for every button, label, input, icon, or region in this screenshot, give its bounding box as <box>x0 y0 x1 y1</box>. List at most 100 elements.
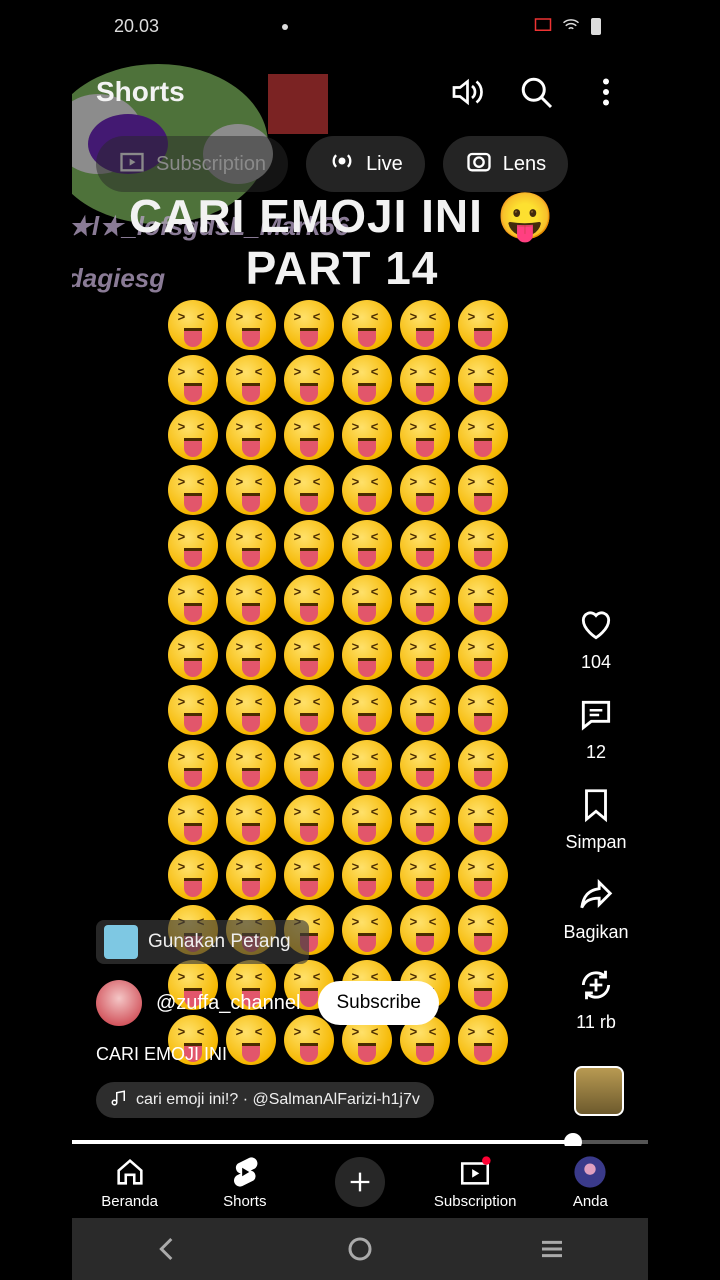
emoji-cell <box>400 575 450 625</box>
emoji-cell <box>458 355 508 405</box>
nav-label: Anda <box>572 1192 608 1210</box>
emoji-cell <box>400 850 450 900</box>
video-progress[interactable] <box>72 1133 648 1151</box>
nav-shorts[interactable]: Shorts <box>195 1155 295 1210</box>
nav-subscription[interactable]: Subscription <box>425 1155 525 1210</box>
emoji-cell <box>458 410 508 460</box>
like-count: 104 <box>580 652 612 672</box>
emoji-cell <box>342 410 392 460</box>
effect-chip[interactable]: Gunakan Petang <box>96 920 309 964</box>
share-button[interactable]: Bagikan <box>563 876 629 966</box>
music-label: cari emoji ini!? · @SalmanAlFarizi-h1j7v <box>136 1091 420 1108</box>
emoji-cell <box>226 685 276 735</box>
emoji-cell <box>458 1015 508 1065</box>
emoji-cell <box>458 740 508 790</box>
nav-create[interactable] <box>310 1157 410 1207</box>
music-note-icon <box>110 1088 128 1113</box>
avatar[interactable] <box>96 980 142 1026</box>
system-nav <box>72 1218 648 1280</box>
emoji-cell <box>168 630 218 680</box>
chip-live[interactable]: Live <box>306 136 425 192</box>
save-label: Simpan <box>565 832 627 852</box>
emoji-cell <box>458 465 508 515</box>
title-emoji: 😛 <box>496 190 555 242</box>
emoji-cell <box>458 520 508 570</box>
emoji-cell <box>168 795 218 845</box>
emoji-cell <box>458 575 508 625</box>
emoji-cell <box>168 465 218 515</box>
emoji-cell <box>284 575 334 625</box>
emoji-cell <box>168 300 218 350</box>
emoji-cell <box>400 795 450 845</box>
video-title-line-1: CARI EMOJI INI <box>129 190 483 242</box>
save-button[interactable]: Simpan <box>565 786 627 876</box>
sound-thumbnail[interactable] <box>574 1066 624 1116</box>
remix-button[interactable]: 11 rb <box>576 966 616 1056</box>
cast-icon <box>534 16 552 34</box>
recents-icon[interactable] <box>532 1229 572 1269</box>
share-icon <box>577 876 615 914</box>
emoji-cell <box>168 520 218 570</box>
channel-name[interactable]: @zuffa_channel <box>156 992 300 1015</box>
emoji-cell <box>168 410 218 460</box>
shorts-screen: 20.03 Shorts Subscription Live Lens l★_l… <box>72 0 648 1280</box>
emoji-cell <box>284 465 334 515</box>
video-caption[interactable]: CARI EMOJI INI <box>96 1044 227 1065</box>
comment-button[interactable]: 12 <box>577 696 615 786</box>
like-button[interactable]: 104 <box>577 606 615 696</box>
more-options-icon[interactable] <box>588 74 624 110</box>
action-rail: 104 12 Simpan Bagikan 11 rb <box>556 606 636 1056</box>
bottom-nav: Beranda Shorts Subscription Anda <box>72 1146 648 1218</box>
share-label: Bagikan <box>563 922 629 942</box>
emoji-cell <box>226 575 276 625</box>
emoji-cell <box>342 465 392 515</box>
emoji-cell <box>226 795 276 845</box>
comment-count: 12 <box>585 742 607 762</box>
emoji-cell <box>284 795 334 845</box>
live-icon <box>328 147 356 181</box>
emoji-cell <box>168 740 218 790</box>
music-chip[interactable]: cari emoji ini!? · @SalmanAlFarizi-h1j7v <box>96 1082 434 1118</box>
emoji-cell <box>342 740 392 790</box>
video-title-line-2: PART 14 <box>245 242 439 294</box>
nav-label: Subscription <box>433 1192 517 1210</box>
top-bar: Shorts <box>72 60 648 120</box>
emoji-cell <box>458 795 508 845</box>
emoji-cell <box>168 685 218 735</box>
volume-icon[interactable] <box>448 74 484 110</box>
emoji-cell <box>168 355 218 405</box>
emoji-cell <box>400 520 450 570</box>
plus-icon <box>334 1157 385 1207</box>
emoji-cell <box>342 850 392 900</box>
top-actions <box>448 74 624 110</box>
emoji-cell <box>226 410 276 460</box>
chip-subscription[interactable]: Subscription <box>96 136 289 192</box>
effect-label: Gunakan Petang <box>148 931 291 952</box>
subscribe-button[interactable]: Subscribe <box>318 981 439 1025</box>
nav-you[interactable]: Anda <box>540 1155 640 1210</box>
filter-chips: Subscription Live Lens <box>96 136 569 192</box>
emoji-cell <box>284 410 334 460</box>
balloon-icon <box>104 925 138 959</box>
emoji-cell <box>400 410 450 460</box>
comment-icon <box>577 696 615 734</box>
emoji-cell <box>284 300 334 350</box>
emoji-cell <box>226 850 276 900</box>
channel-row: @zuffa_channel Subscribe <box>96 980 439 1026</box>
progress-fill <box>72 1140 574 1144</box>
back-icon[interactable] <box>148 1229 188 1269</box>
nav-home[interactable]: Beranda <box>80 1155 180 1210</box>
remix-count: 11 rb <box>576 1012 616 1032</box>
nav-label: Shorts <box>223 1192 267 1210</box>
emoji-cell <box>284 740 334 790</box>
subscriptions-icon <box>118 147 146 181</box>
search-icon[interactable] <box>518 74 554 110</box>
home-circle-icon[interactable] <box>340 1229 380 1269</box>
emoji-cell <box>226 520 276 570</box>
emoji-cell <box>342 685 392 735</box>
emoji-cell <box>342 355 392 405</box>
emoji-cell <box>342 300 392 350</box>
emoji-cell <box>400 740 450 790</box>
chip-lens[interactable]: Lens <box>442 136 569 192</box>
emoji-cell <box>400 685 450 735</box>
